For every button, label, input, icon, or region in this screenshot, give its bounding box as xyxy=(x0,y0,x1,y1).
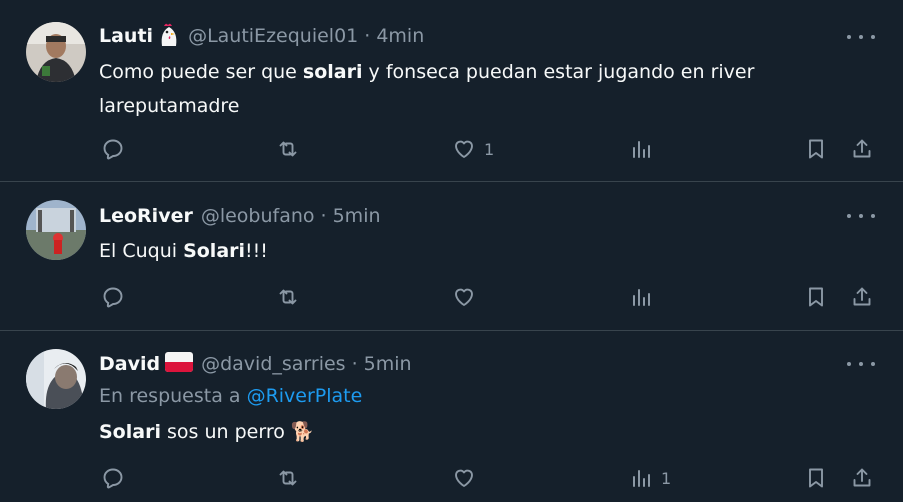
retweet-button[interactable] xyxy=(276,463,300,493)
dog-emoji-icon: 🐕 xyxy=(290,421,315,443)
reply-button[interactable] xyxy=(101,282,125,312)
share-icon xyxy=(853,287,871,306)
display-name[interactable]: LeoRiver xyxy=(99,205,193,227)
retweet-icon xyxy=(279,141,297,157)
bookmark-button[interactable] xyxy=(804,282,828,312)
reply-button[interactable] xyxy=(101,463,125,493)
text-highlight: Solari xyxy=(99,421,161,443)
share-button[interactable] xyxy=(850,134,874,164)
tweet-text: El Cuqui Solari!!! xyxy=(99,234,859,268)
avatar-image xyxy=(26,200,86,260)
bookmark-icon xyxy=(809,287,823,307)
username-handle[interactable]: @david_sarries xyxy=(201,353,346,375)
text-highlight: Solari xyxy=(183,240,246,262)
reply-icon xyxy=(103,287,123,308)
display-name[interactable]: Lauti xyxy=(99,25,153,47)
avatar[interactable] xyxy=(26,349,86,409)
timestamp[interactable]: 5min xyxy=(364,353,412,375)
analytics-icon xyxy=(633,289,650,306)
like-button[interactable] xyxy=(452,463,484,493)
views-button[interactable] xyxy=(629,134,661,164)
display-name[interactable]: David xyxy=(99,353,160,375)
avatar-image xyxy=(26,349,86,409)
separator-dot: · xyxy=(364,25,371,47)
poland-flag-icon xyxy=(165,352,194,376)
retweet-icon xyxy=(279,470,297,486)
analytics-icon xyxy=(633,141,650,158)
text-segment: lareputamadre xyxy=(99,95,240,117)
like-button[interactable] xyxy=(452,282,484,312)
bookmark-button[interactable] xyxy=(804,463,828,493)
views-button[interactable] xyxy=(629,282,661,312)
reply-icon xyxy=(103,139,123,160)
more-options-icon[interactable] xyxy=(847,206,875,226)
tweet-header: LeoRiver @leobufano · 5min xyxy=(99,202,381,230)
heart-icon xyxy=(455,140,473,158)
avatar-image xyxy=(26,22,86,82)
reply-prefix: En respuesta a xyxy=(99,385,247,407)
avatar[interactable] xyxy=(26,22,86,82)
view-count: 1 xyxy=(661,468,672,488)
share-button[interactable] xyxy=(850,463,874,493)
tweet-header: David @david_sarries · 5min xyxy=(99,350,412,378)
tweet-1[interactable]: Lauti @LautiEzequiel01 · 4min Como puede… xyxy=(0,0,903,181)
like-button[interactable]: 1 xyxy=(452,134,494,164)
retweet-button[interactable] xyxy=(276,134,300,164)
tweet-text: Solari sos un perro 🐕 xyxy=(99,415,859,449)
share-icon xyxy=(853,468,871,487)
heart-icon xyxy=(455,288,473,306)
bookmark-icon xyxy=(809,468,823,488)
separator-dot: · xyxy=(320,205,327,227)
more-options-icon[interactable] xyxy=(847,27,875,47)
timestamp[interactable]: 4min xyxy=(376,25,424,47)
retweet-icon xyxy=(279,289,297,305)
text-segment: sos un perro xyxy=(160,421,291,443)
text-highlight: solari xyxy=(302,61,363,83)
avatar[interactable] xyxy=(26,200,86,260)
reply-button[interactable] xyxy=(101,134,125,164)
timestamp[interactable]: 5min xyxy=(333,205,381,227)
reply-icon xyxy=(103,468,123,489)
text-segment: !!! xyxy=(245,240,268,262)
tweet-3[interactable]: David @david_sarries · 5min En respuesta… xyxy=(0,331,903,502)
text-segment: y fonseca puedan estar jugando en river xyxy=(362,61,755,83)
retweet-button[interactable] xyxy=(276,282,300,312)
tweet-text: Como puede ser que solari y fonseca pued… xyxy=(99,55,859,123)
analytics-icon xyxy=(633,470,650,487)
text-segment: Como puede ser que xyxy=(99,61,303,83)
username-handle[interactable]: @leobufano xyxy=(201,205,315,227)
share-icon xyxy=(853,139,871,158)
reply-context: En respuesta a @RiverPlate xyxy=(99,385,362,407)
tweet-header: Lauti @LautiEzequiel01 · 4min xyxy=(99,22,424,50)
heart-icon xyxy=(455,469,473,487)
chicken-emoji-icon xyxy=(158,22,180,50)
reply-to-link[interactable]: @RiverPlate xyxy=(247,385,363,407)
more-options-icon[interactable] xyxy=(847,354,875,374)
separator-dot: · xyxy=(351,353,358,375)
tweet-2[interactable]: LeoRiver @leobufano · 5min El Cuqui Sola… xyxy=(0,182,903,330)
views-button[interactable]: 1 xyxy=(629,463,671,493)
like-count: 1 xyxy=(484,139,495,159)
username-handle[interactable]: @LautiEzequiel01 xyxy=(188,25,358,47)
text-segment: El Cuqui xyxy=(99,240,184,262)
bookmark-button[interactable] xyxy=(804,134,828,164)
bookmark-icon xyxy=(809,139,823,159)
share-button[interactable] xyxy=(850,282,874,312)
